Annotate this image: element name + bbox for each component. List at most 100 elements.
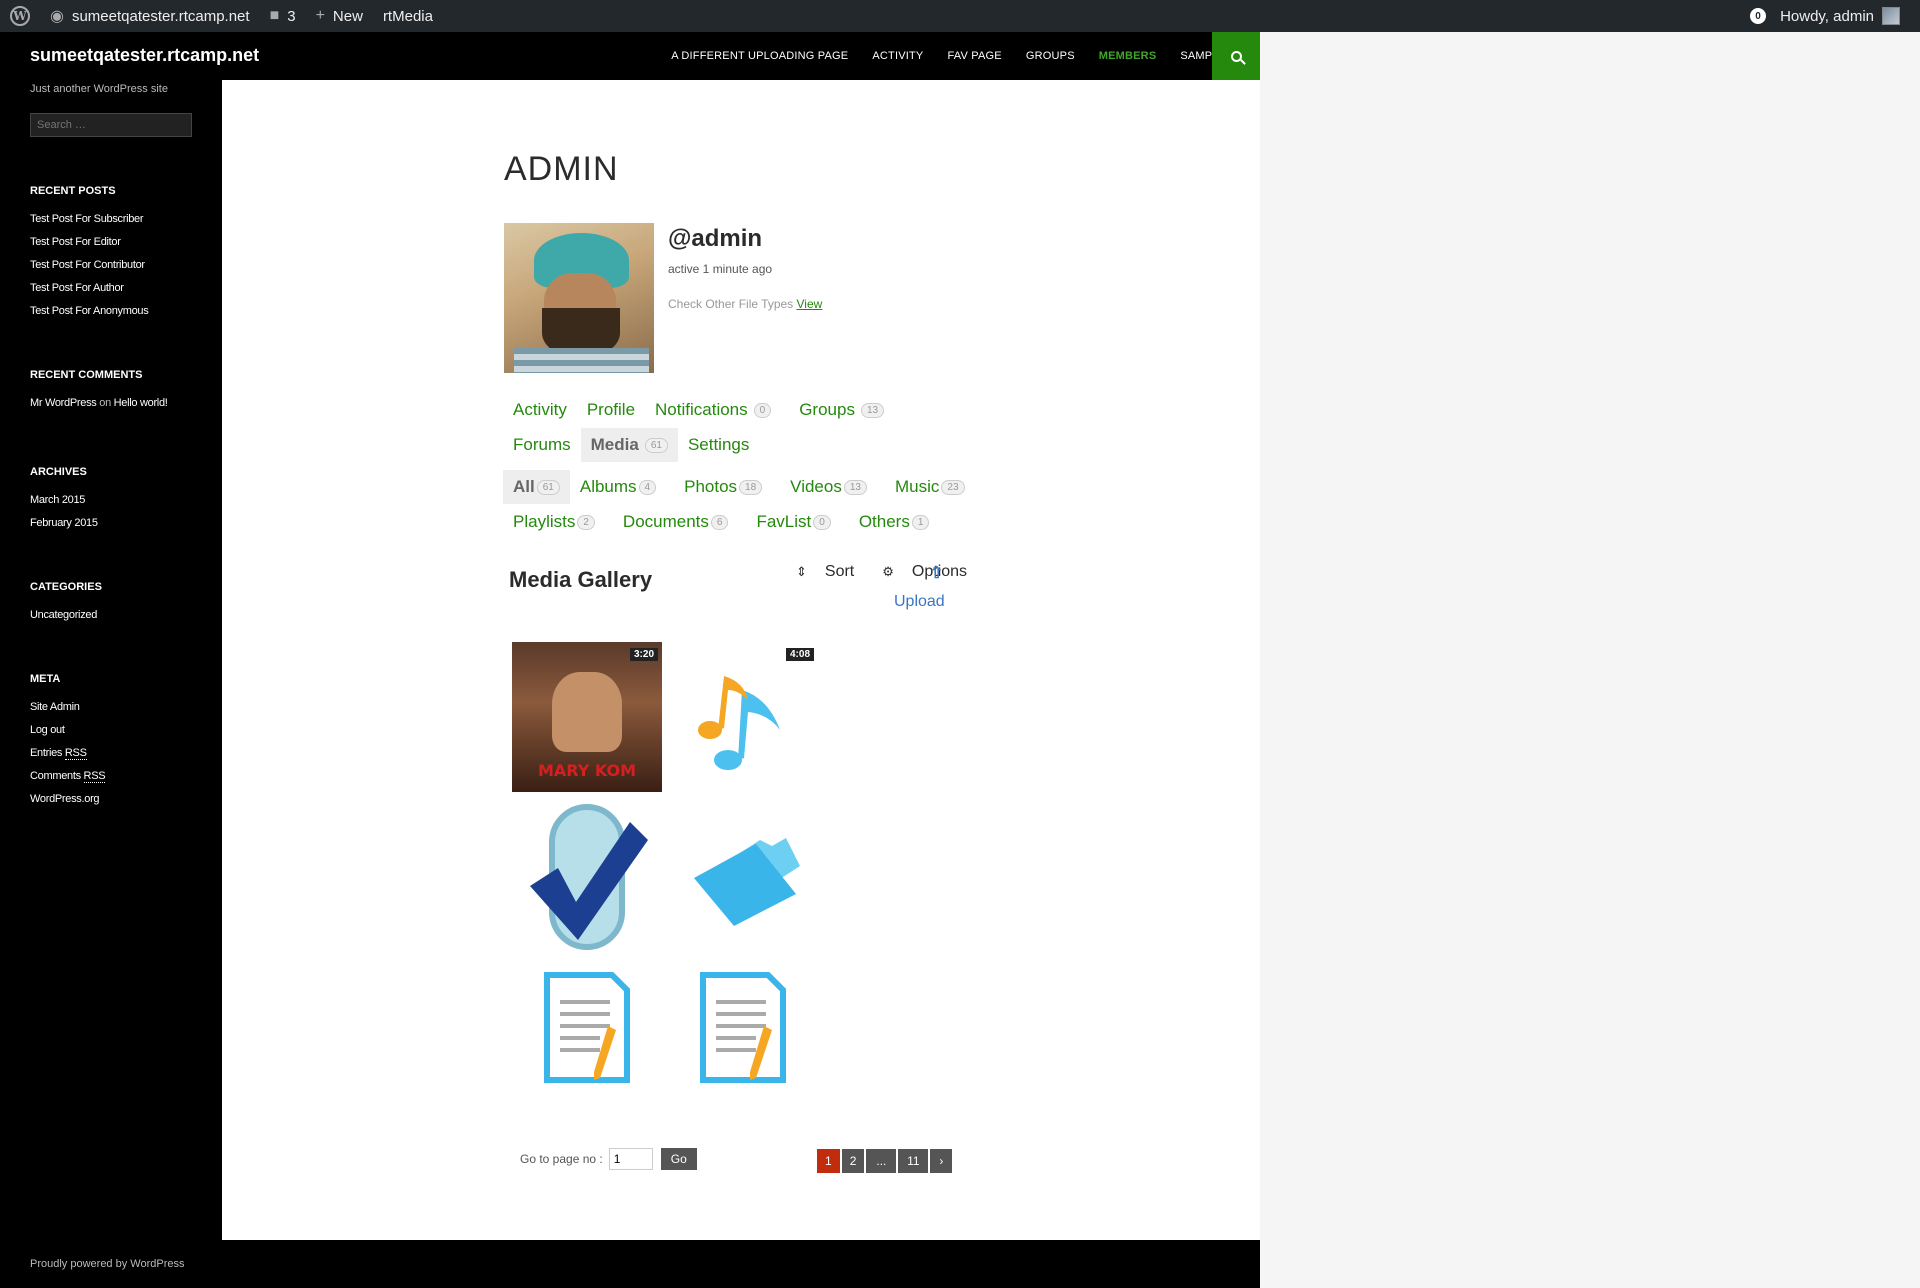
nav-members[interactable]: MEMBERS (1099, 50, 1157, 62)
video-duration: 3:20 (629, 648, 658, 661)
archive-link[interactable]: February 2015 (30, 517, 200, 529)
archives-list: March 2015 February 2015 (30, 494, 200, 529)
recent-post-link[interactable]: Test Post For Subscriber (30, 213, 200, 225)
notification-count-badge[interactable]: 0 (1750, 8, 1767, 24)
recent-comment-item: Mr WordPress on Hello world! (30, 397, 200, 409)
recent-comments-title: RECENT COMMENTS (30, 369, 143, 381)
go-to-page: Go to page no : Go (520, 1148, 697, 1170)
comment-post-link[interactable]: Hello world! (114, 397, 168, 409)
meta-entries-rss-link[interactable]: Entries RSS (30, 747, 200, 760)
sidebar-search-input[interactable] (30, 113, 192, 137)
footer-credit[interactable]: Proudly powered by WordPress (30, 1258, 184, 1270)
comment-on-text: on (99, 397, 111, 409)
category-link[interactable]: Uncategorized (30, 609, 200, 621)
upload-icon[interactable]: ⇧ (930, 563, 943, 583)
media-tab-playlists[interactable]: Playlists 2 (503, 508, 605, 536)
meta-comments-rss-link[interactable]: Comments RSS (30, 770, 200, 783)
page-ellipsis: ... (866, 1149, 897, 1173)
count-badge: 23 (941, 479, 965, 495)
options-button[interactable]: ⚙ Options (868, 563, 967, 581)
nav-fav-page[interactable]: FAV PAGE (947, 50, 1001, 62)
site-name-menu[interactable]: ◉ sumeetqatester.rtcamp.net (40, 0, 260, 32)
media-thumb-music[interactable]: 4:08 (668, 642, 818, 792)
profile-tab-media[interactable]: Media 61 (580, 428, 678, 462)
count-badge: 2 (577, 514, 595, 530)
sort-button[interactable]: ⇕ Sort (782, 563, 854, 581)
search-icon (1230, 50, 1242, 62)
profile-tab-settings[interactable]: Settings (678, 431, 759, 459)
admin-avatar[interactable] (1882, 7, 1900, 25)
comment-author-link[interactable]: Mr WordPress (30, 397, 97, 409)
media-tab-music[interactable]: Music 23 (885, 473, 975, 501)
member-username: @admin (668, 225, 763, 252)
poster-title-text: MARY KOM (537, 761, 637, 780)
upload-button[interactable]: Upload (894, 593, 945, 611)
meta-logout-link[interactable]: Log out (30, 724, 200, 736)
media-tab-favlist[interactable]: FavList 0 (746, 508, 840, 536)
tab-label: FavList (756, 512, 812, 531)
media-thumb-playlist[interactable] (512, 802, 662, 952)
media-tab-photos[interactable]: Photos 18 (674, 473, 772, 501)
nav-a-different-uploading-page[interactable]: A DIFFERENT UPLOADING PAGE (671, 50, 848, 62)
new-label: New (332, 7, 363, 25)
page-number-input[interactable] (608, 1148, 653, 1170)
wp-logo-menu[interactable]: W (0, 0, 40, 32)
count-badge: 4 (638, 479, 657, 495)
member-avatar[interactable] (504, 223, 654, 373)
avatar-shirt-shape (514, 348, 649, 373)
go-button[interactable]: Go (660, 1148, 697, 1170)
meta-site-admin-link[interactable]: Site Admin (30, 701, 200, 713)
new-content-menu[interactable]: + New (306, 0, 373, 32)
site-title[interactable]: sumeetqatester.rtcamp.net (30, 45, 259, 66)
nav-groups[interactable]: GROUPS (1026, 50, 1075, 62)
view-link[interactable]: View (797, 297, 823, 311)
recent-comments-list: Mr WordPress on Hello world! (30, 397, 200, 409)
archive-link[interactable]: March 2015 (30, 494, 200, 506)
recent-post-link[interactable]: Test Post For Author (30, 282, 200, 294)
comments-menu[interactable]: ■ 3 (260, 0, 306, 32)
music-note-icon (698, 676, 780, 770)
meta-title: META (30, 673, 61, 685)
primary-navigation: A DIFFERENT UPLOADING PAGE ACTIVITY FAV … (647, 32, 1260, 80)
recent-post-link[interactable]: Test Post For Anonymous (30, 305, 200, 317)
page-link[interactable]: 11 (898, 1149, 929, 1173)
search-toggle-button[interactable] (1212, 32, 1260, 80)
media-thumb-video[interactable]: MARY KOM 3:20 (512, 642, 662, 792)
profile-tab-groups[interactable]: Groups 13 (789, 396, 894, 424)
nav-activity[interactable]: ACTIVITY (872, 50, 923, 62)
count-badge: 0 (753, 402, 772, 418)
media-tab-others[interactable]: Others 1 (849, 508, 940, 536)
meta-wordpress-org-link[interactable]: WordPress.org (30, 793, 200, 805)
page-link[interactable]: 2 (841, 1149, 865, 1173)
recent-post-link[interactable]: Test Post For Editor (30, 236, 200, 248)
tab-label: Albums (579, 477, 637, 496)
tab-label: Groups (799, 400, 855, 419)
tab-label: All (513, 477, 535, 496)
profile-tab-forums[interactable]: Forums (503, 431, 581, 459)
howdy-account-menu[interactable]: Howdy, admin (1780, 8, 1874, 25)
page-link-current[interactable]: 1 (817, 1149, 840, 1173)
rtmedia-menu[interactable]: rtMedia (373, 0, 443, 32)
profile-tab-profile[interactable]: Profile (577, 396, 645, 424)
media-tab-all[interactable]: All 61 (503, 470, 570, 504)
checkmark-icon (530, 804, 648, 950)
profile-tab-activity[interactable]: Activity (503, 396, 577, 424)
tab-label: Videos (790, 477, 842, 496)
media-tab-documents[interactable]: Documents 6 (613, 508, 739, 536)
tab-label: Music (894, 477, 940, 496)
profile-tab-notifications[interactable]: Notifications 0 (645, 396, 781, 424)
media-thumb-document[interactable] (668, 960, 818, 1110)
count-badge: 0 (813, 514, 831, 530)
site-name-label: sumeetqatester.rtcamp.net (71, 7, 250, 25)
media-tab-albums[interactable]: Albums 4 (570, 473, 666, 501)
media-thumb-album[interactable] (668, 802, 818, 952)
recent-posts-list: Test Post For Subscriber Test Post For E… (30, 213, 200, 317)
tab-label: Others (858, 512, 910, 531)
media-thumb-document[interactable] (512, 960, 662, 1110)
recent-post-link[interactable]: Test Post For Contributor (30, 259, 200, 271)
sidebar: Just another WordPress site RECENT POSTS… (30, 80, 200, 816)
tab-label: Documents (622, 512, 709, 531)
recent-posts-title: RECENT POSTS (30, 185, 116, 197)
next-page-button[interactable]: › (930, 1149, 953, 1173)
media-tab-videos[interactable]: Videos 13 (780, 473, 877, 501)
